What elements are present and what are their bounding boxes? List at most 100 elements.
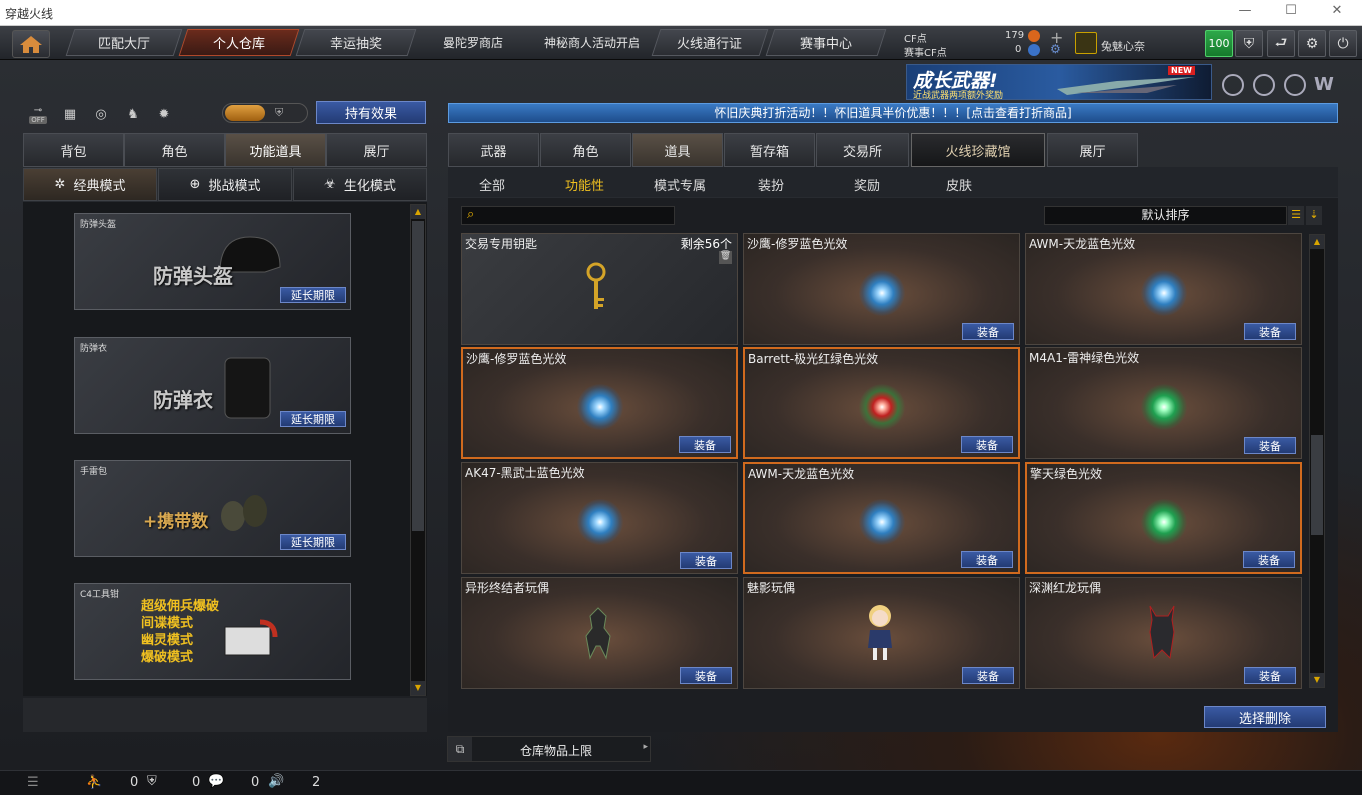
tab-backpack[interactable]: 背包	[23, 133, 124, 167]
card-c4-tool[interactable]: C4工具钳 超级佣兵爆破 间谍模式 幽灵模式 爆破模式	[74, 583, 351, 680]
tab-mystery-merchant[interactable]: 神秘商人活动开启	[531, 29, 655, 56]
tab-match-lobby[interactable]: 匹配大厅	[65, 29, 183, 56]
scroll-up-icon[interactable]: ▲	[411, 205, 425, 219]
shield-icon[interactable]: ⛨	[1235, 30, 1263, 57]
extend-button-grenade[interactable]: 延长期限	[280, 534, 346, 550]
grenade-icon[interactable]: ✹	[153, 103, 175, 125]
return-icon[interactable]: ⮐	[1267, 30, 1295, 57]
filter-costume[interactable]: 装扮	[758, 175, 784, 194]
badge1-icon[interactable]	[1222, 74, 1244, 96]
search-box[interactable]: ⌕	[461, 206, 675, 225]
tab-function-items[interactable]: 功能道具	[225, 133, 326, 167]
equip-button[interactable]: 装备	[1244, 323, 1296, 340]
filter-mode-exclusive[interactable]: 模式专属	[654, 175, 706, 194]
scroll-up-icon[interactable]: ▲	[1310, 235, 1324, 249]
power-icon[interactable]: ⏻	[1329, 30, 1357, 57]
item-card[interactable]: AWM-天龙蓝色光效 装备	[743, 462, 1020, 574]
tab-exchange[interactable]: 交易所	[816, 133, 909, 167]
extend-button-vest[interactable]: 延长期限	[280, 411, 346, 427]
badge2-icon[interactable]	[1253, 74, 1275, 96]
trash-icon[interactable]: 🗑	[719, 251, 732, 264]
mode-zombie[interactable]: ☣ 生化模式	[293, 168, 427, 201]
tab-mandala-shop[interactable]: 曼陀罗商店	[414, 29, 533, 56]
extend-button-helmet[interactable]: 延长期限	[280, 287, 346, 303]
item-card[interactable]: 沙鹰-修罗蓝色光效 装备	[743, 233, 1020, 345]
item-card[interactable]: AK47-黑武士蓝色光效 装备	[461, 462, 738, 574]
filter-all[interactable]: 全部	[479, 175, 505, 194]
item-card[interactable]: 魅影玩偶 装备	[743, 577, 1020, 689]
item-card[interactable]: 沙鹰-修罗蓝色光效 装备	[461, 347, 738, 459]
gear-small-icon[interactable]: ⚙	[1050, 42, 1061, 56]
menu-icon[interactable]: ☰	[27, 775, 39, 790]
equip-button[interactable]: 装备	[1244, 667, 1296, 684]
stats-icon[interactable]: ▦	[59, 103, 81, 125]
filter-functional[interactable]: 功能性	[565, 175, 604, 194]
scroll-down-icon[interactable]: ▼	[1310, 673, 1324, 687]
volume-icon[interactable]: 🔊	[268, 774, 284, 789]
equip-button[interactable]: 装备	[961, 436, 1013, 453]
level-badge[interactable]: 100	[1205, 30, 1233, 57]
mode-classic[interactable]: ✲ 经典模式	[23, 168, 157, 201]
item-card[interactable]: Barrett-极光红绿色光效 装备	[743, 347, 1020, 459]
avatar[interactable]	[1075, 32, 1097, 54]
filter-reward[interactable]: 奖励	[854, 175, 880, 194]
equip-button[interactable]: 装备	[962, 667, 1014, 684]
item-card[interactable]: M4A1-雷神绿色光效 装备	[1025, 347, 1302, 459]
mode-challenge[interactable]: ⊕ 挑战模式	[158, 168, 292, 201]
equip-button[interactable]: 装备	[961, 551, 1013, 568]
tab-lucky-draw[interactable]: 幸运抽奖	[295, 29, 417, 56]
effect-button[interactable]: 持有效果	[316, 101, 426, 124]
tab-event-center[interactable]: 赛事中心	[765, 29, 887, 56]
equip-button[interactable]: 装备	[1244, 437, 1296, 454]
sort-order-icon[interactable]: ⇣	[1306, 206, 1322, 225]
tab-collection[interactable]: 火线珍藏馆	[911, 133, 1045, 167]
clan-shield-icon[interactable]: ⛨	[147, 774, 157, 789]
settings-icon[interactable]: ⚙	[1298, 30, 1326, 57]
item-card[interactable]: AWM-天龙蓝色光效 装备	[1025, 233, 1302, 345]
badge4-icon[interactable]: W	[1314, 74, 1334, 95]
item-card[interactable]: 交易专用钥匙 剩余56个 🗑	[461, 233, 738, 345]
scroll-thumb[interactable]	[412, 221, 424, 531]
scroll-down-icon[interactable]: ▼	[411, 681, 425, 695]
home-button[interactable]	[12, 30, 50, 58]
left-scrollbar[interactable]: ▲ ▼	[410, 204, 426, 696]
tab-personal-warehouse[interactable]: 个人仓库	[178, 29, 300, 56]
item-card[interactable]: 深渊红龙玩偶 装备	[1025, 577, 1302, 689]
tab-props[interactable]: 道具	[632, 133, 723, 167]
equip-button[interactable]: 装备	[679, 436, 731, 453]
card-helmet[interactable]: 防弹头盔 防弹头盔 延长期限	[74, 213, 351, 310]
filter-skin[interactable]: 皮肤	[946, 175, 972, 194]
tab-storage[interactable]: 暂存箱	[724, 133, 815, 167]
chat-icon[interactable]: 💬	[208, 774, 224, 789]
equip-button[interactable]: 装备	[962, 323, 1014, 340]
refresh-icon[interactable]: ◎	[90, 103, 112, 125]
list-view-icon[interactable]: ☰	[1288, 206, 1304, 225]
search-input[interactable]	[484, 208, 672, 223]
sort-dropdown[interactable]: 默认排序	[1044, 206, 1287, 225]
character-icon[interactable]: ♞	[122, 103, 144, 125]
capacity-bar[interactable]: ⧉ 仓库物品上限 ▸	[447, 736, 651, 762]
equip-button[interactable]: 装备	[680, 667, 732, 684]
equip-button[interactable]: 装备	[680, 552, 732, 569]
badge3-icon[interactable]	[1284, 74, 1306, 96]
equip-button[interactable]: 装备	[1243, 551, 1295, 568]
card-vest[interactable]: 防弹衣 防弹衣 延长期限	[74, 337, 351, 434]
toggle-off-icon[interactable]: ⊸ OFF	[27, 103, 49, 125]
tab-roles[interactable]: 角色	[540, 133, 631, 167]
item-card[interactable]: 擎天绿色光效 装备	[1025, 462, 1302, 574]
tab-showroom[interactable]: 展厅	[326, 133, 427, 167]
right-scrollbar[interactable]: ▲ ▼	[1309, 234, 1325, 688]
scroll-thumb[interactable]	[1311, 435, 1323, 535]
tab-character[interactable]: 角色	[124, 133, 225, 167]
promo-banner[interactable]: 成长武器! 近战武器两项额外奖励 NEW	[906, 64, 1212, 101]
maximize-icon[interactable]: ☐	[1268, 3, 1314, 23]
minimize-icon[interactable]: —	[1222, 3, 1268, 23]
notice-banner[interactable]: 怀旧庆典打折活动！！怀旧道具半价优惠！！！[点击查看打折商品]	[448, 103, 1338, 123]
card-grenade-pack[interactable]: 手雷包 +携带数 延长期限	[74, 460, 351, 557]
close-icon[interactable]: ✕	[1314, 3, 1360, 23]
tab-battle-pass[interactable]: 火线通行证	[651, 29, 769, 56]
tab-weapons[interactable]: 武器	[448, 133, 539, 167]
effect-toggle[interactable]: ⛨	[222, 103, 308, 123]
tab-right-showroom[interactable]: 展厅	[1047, 133, 1138, 167]
friends-icon[interactable]: ⛹	[86, 775, 102, 790]
